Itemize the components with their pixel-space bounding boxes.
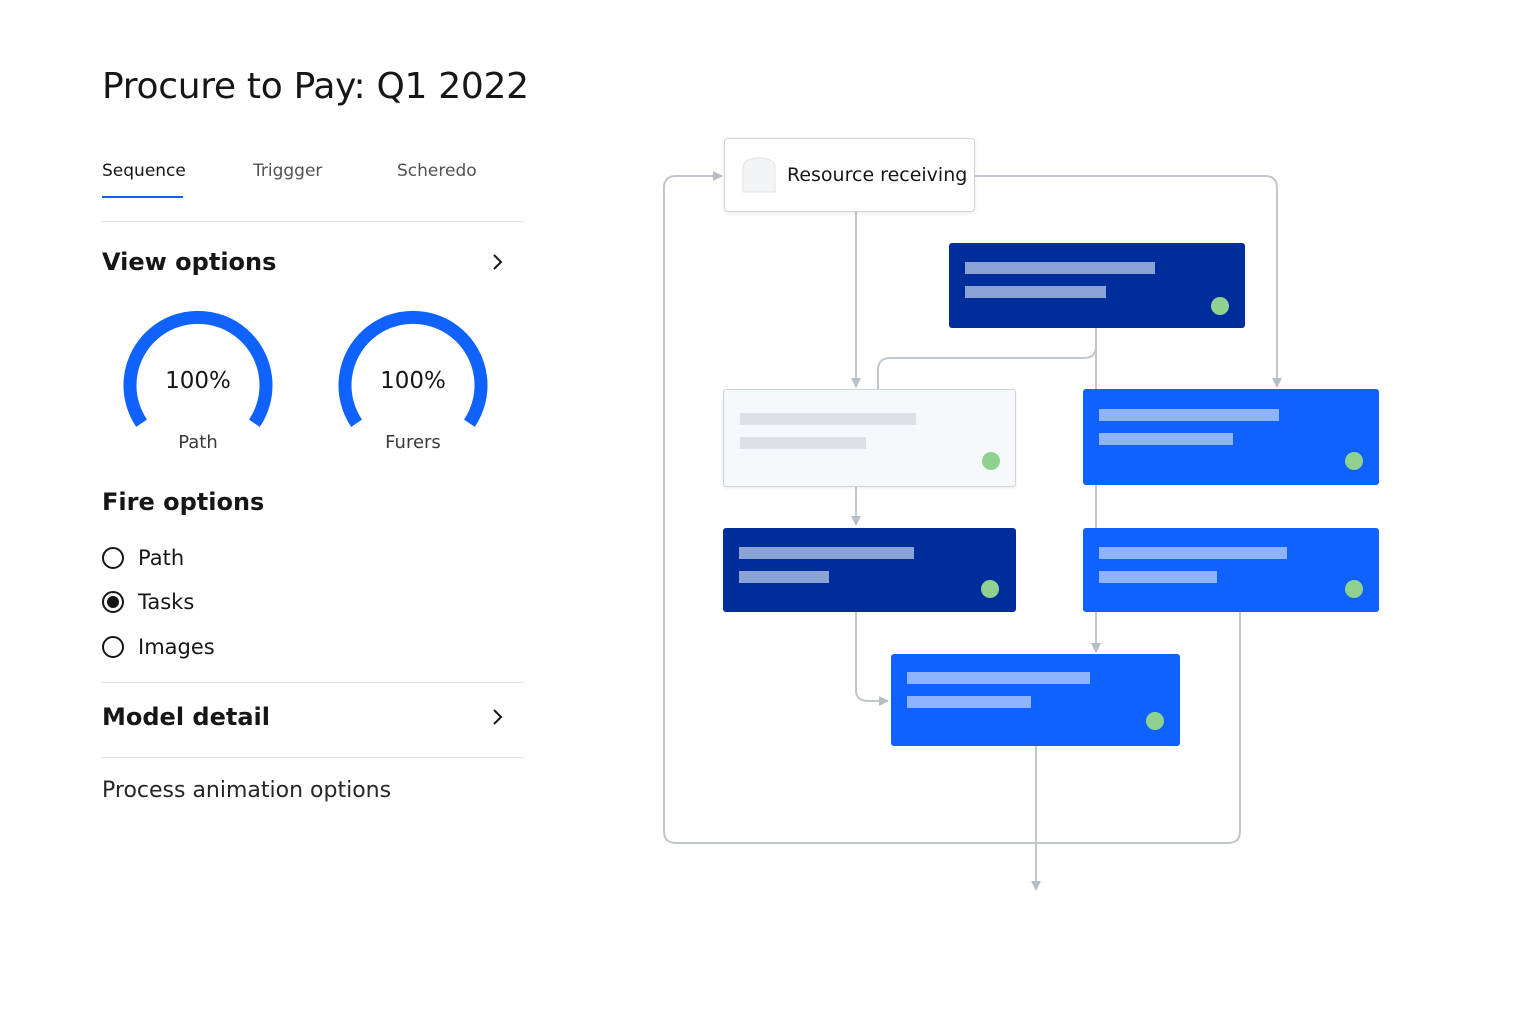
process-node[interactable] [723, 389, 1016, 487]
node-subtitle-placeholder [1099, 433, 1233, 445]
node-subtitle-placeholder [965, 286, 1106, 298]
path-gauge: 100% Path [118, 306, 278, 456]
process-node[interactable] [1083, 528, 1379, 612]
radio-images[interactable]: Images [102, 635, 215, 659]
divider [102, 682, 524, 683]
status-ok-icon [982, 452, 1000, 470]
path-gauge-label: Path [178, 432, 218, 453]
node-subtitle-placeholder [740, 437, 866, 449]
tab-bar: Sequence Triggger Scheredo [102, 158, 524, 222]
process-node[interactable] [891, 654, 1180, 746]
furers-gauge: 100% Furers [333, 306, 493, 456]
process-animation-options-link[interactable]: Process animation options [102, 778, 391, 803]
status-ok-icon [1345, 580, 1363, 598]
node-title-placeholder [1099, 409, 1279, 421]
node-subtitle-placeholder [739, 571, 829, 583]
status-ok-icon [981, 580, 999, 598]
start-node-resource-receiving[interactable]: Resource receiving [724, 138, 975, 212]
furers-gauge-label: Furers [385, 432, 441, 453]
status-ok-icon [1211, 297, 1229, 315]
furers-gauge-value: 100% [380, 368, 446, 394]
tab-sequence[interactable]: Sequence [102, 161, 186, 181]
chevron-right-icon [486, 705, 510, 729]
node-subtitle-placeholder [1099, 571, 1217, 583]
process-node[interactable] [949, 243, 1245, 328]
tab-scheredo[interactable]: Scheredo [397, 161, 477, 181]
fire-options-title: Fire options [102, 488, 265, 516]
chevron-right-icon [486, 250, 510, 274]
node-title-placeholder [739, 547, 914, 559]
active-tab-indicator [102, 196, 183, 198]
radio-unchecked-icon [102, 547, 124, 569]
node-title-placeholder [740, 413, 916, 425]
model-detail-header[interactable]: Model detail [102, 703, 524, 731]
radio-tasks[interactable]: Tasks [102, 590, 194, 614]
radio-path-label: Path [138, 546, 185, 570]
process-node[interactable] [723, 528, 1016, 612]
radio-checked-icon [102, 591, 124, 613]
document-icon [742, 157, 776, 193]
view-options-header[interactable]: View options [102, 248, 524, 276]
node-subtitle-placeholder [907, 696, 1031, 708]
node-title-placeholder [1099, 547, 1287, 559]
divider [102, 757, 524, 758]
process-node[interactable] [1083, 389, 1379, 485]
node-title-placeholder [965, 262, 1155, 274]
view-options-title: View options [102, 248, 277, 276]
radio-images-label: Images [138, 635, 215, 659]
node-title-placeholder [907, 672, 1090, 684]
tab-triggger[interactable]: Triggger [253, 161, 322, 181]
radio-path[interactable]: Path [102, 546, 184, 570]
status-ok-icon [1146, 712, 1164, 730]
radio-unchecked-icon [102, 636, 124, 658]
page-title: Procure to Pay: Q1 2022 [102, 66, 529, 107]
start-node-label: Resource receiving [787, 164, 968, 186]
status-ok-icon [1345, 452, 1363, 470]
radio-tasks-label: Tasks [138, 590, 195, 614]
model-detail-title: Model detail [102, 703, 270, 731]
path-gauge-value: 100% [165, 368, 231, 394]
